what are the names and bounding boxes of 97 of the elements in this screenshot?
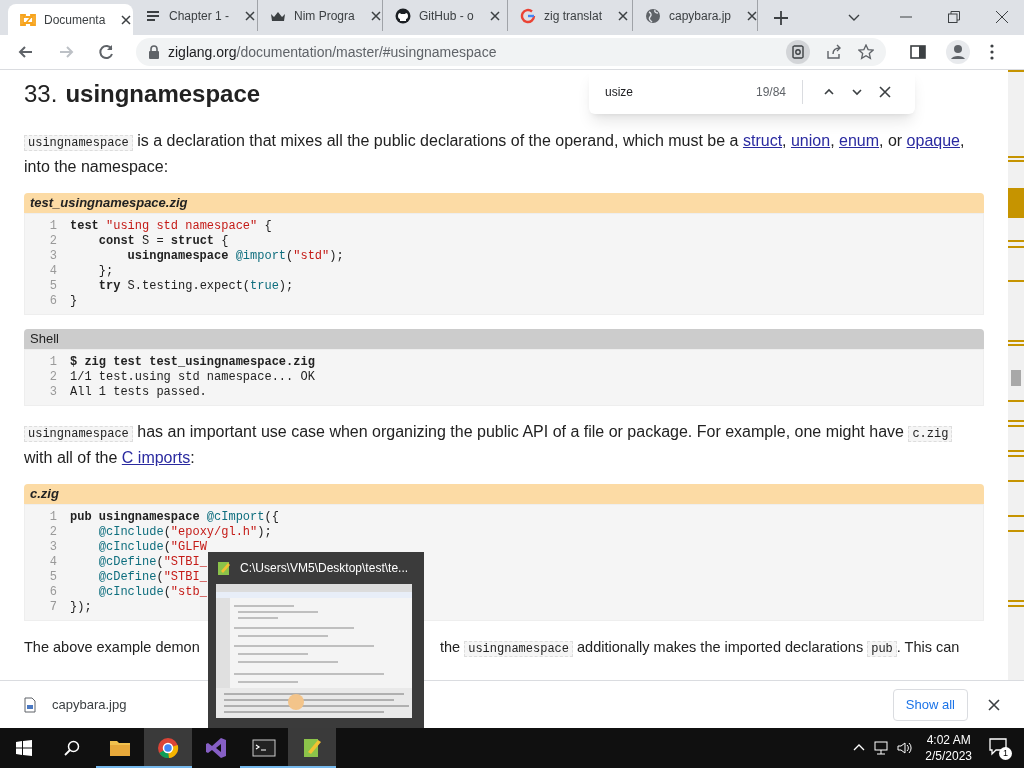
- code-line: @cInclude("stb_: [97, 585, 207, 600]
- start-icon[interactable]: [16, 740, 32, 756]
- line-number: 1: [48, 219, 57, 234]
- close-icon[interactable]: [370, 10, 381, 21]
- line-number: 4: [48, 555, 57, 570]
- doc-link[interactable]: C imports: [121, 449, 191, 466]
- new-tab-icon[interactable]: [774, 11, 788, 25]
- show-all-button[interactable]: Show all: [892, 688, 968, 721]
- line-number: 3: [48, 249, 57, 264]
- clock-date[interactable]: 2/5/2023: [925, 748, 972, 764]
- speaker-icon[interactable]: [897, 740, 914, 756]
- file-header: test_usingnamespace.zig: [24, 193, 984, 213]
- line-number: 3: [48, 385, 57, 400]
- code-line: @cDefine("STBI_: [97, 570, 207, 585]
- code-line: });: [70, 600, 92, 615]
- profile-icon[interactable]: [946, 40, 970, 64]
- line-number: 6: [48, 294, 57, 309]
- code-line: const S = struct {: [97, 234, 229, 249]
- code-line: 1/1 test.using std namespace... OK: [70, 370, 315, 385]
- file-header: c.zig: [24, 484, 984, 504]
- file-icon: [24, 696, 36, 713]
- find-query[interactable]: usize: [605, 83, 756, 101]
- vs-icon: [204, 736, 228, 760]
- notification-button[interactable]: 1: [988, 736, 1012, 760]
- close-icon[interactable]: [996, 11, 1008, 23]
- code-line: @cInclude("epoxy/gl.h");: [97, 525, 272, 540]
- search-icon[interactable]: [64, 740, 80, 756]
- browser-tab[interactable]: GitHub - o: [383, 0, 508, 31]
- taskbar-app[interactable]: [144, 728, 192, 768]
- github-icon: [395, 7, 411, 24]
- paragraph: the usingnamespace additionally makes the imported declarations pub . This can: [440, 638, 960, 659]
- notification-count: 1: [999, 747, 1012, 760]
- browser-tab[interactable]: Documenta: [8, 4, 133, 35]
- menu-icon[interactable]: [990, 44, 994, 60]
- code-line: $ zig test test_usingnamespace.zig: [70, 355, 315, 370]
- match-count: 19/84: [755, 84, 786, 101]
- close-icon[interactable]: [988, 698, 1000, 711]
- doc-link[interactable]: enum: [839, 132, 880, 149]
- star-icon[interactable]: [858, 44, 874, 60]
- code-line: };: [97, 264, 114, 279]
- google-icon: [520, 7, 536, 24]
- line-number: 2: [48, 234, 57, 249]
- code-line: pub usingnamespace @cImport({: [70, 510, 279, 525]
- close-icon[interactable]: [747, 10, 758, 21]
- globe-icon: [645, 7, 661, 24]
- zig-logo-icon: [20, 11, 36, 28]
- code-line: @cDefine("STBI_: [97, 555, 207, 570]
- paragraph: The above example demon: [24, 638, 201, 657]
- chrome-icon: [156, 736, 180, 760]
- code-line: All 1 tests passed.: [70, 385, 207, 400]
- line-number: 2: [48, 525, 57, 540]
- line-number: 5: [48, 570, 57, 585]
- restore-icon[interactable]: [948, 11, 960, 23]
- find-icon[interactable]: [786, 40, 810, 64]
- network-icon[interactable]: [873, 740, 890, 756]
- doc-link[interactable]: opaque: [906, 132, 960, 149]
- lock-icon: [148, 45, 160, 59]
- code-line: test "using std namespace" {: [70, 219, 272, 234]
- taskbar-app[interactable]: [288, 728, 336, 768]
- clock-time[interactable]: 4:02 AM: [926, 732, 971, 748]
- terminal-icon: [252, 736, 276, 760]
- doc-link[interactable]: union: [790, 132, 831, 149]
- side-panel-icon[interactable]: [910, 44, 926, 60]
- close-icon[interactable]: [245, 10, 256, 21]
- browser-tab[interactable]: zig translat: [508, 0, 633, 31]
- line-number: 7: [48, 600, 57, 615]
- browser-tab[interactable]: Nim Progra: [258, 0, 383, 31]
- close-icon[interactable]: [121, 14, 132, 25]
- share-icon[interactable]: [826, 44, 842, 60]
- close-icon[interactable]: [879, 86, 891, 98]
- close-icon[interactable]: [489, 10, 500, 21]
- line-number: 3: [48, 540, 57, 555]
- browser-tab[interactable]: Chapter 1 -: [133, 0, 258, 31]
- line-number: 4: [48, 264, 57, 279]
- line-number: 1: [48, 510, 57, 525]
- url-text: ziglang.org/documentation/master/#usingnamespace: [168, 42, 497, 62]
- line-number: 2: [48, 370, 57, 385]
- code-line: try S.testing.expect(true);: [97, 279, 294, 294]
- paragraph: usingnamespace has an important use case when organizing the public API of a file or package. For example, one might have c.zig with all of the C imports:: [24, 420, 984, 470]
- shell-header: Shell: [24, 329, 984, 349]
- line-number: 1: [48, 355, 57, 370]
- section-heading: 33. usingnamespace: [24, 79, 261, 109]
- download-filename[interactable]: capybara.jpg: [52, 694, 127, 715]
- notepad-icon: [216, 560, 232, 576]
- paragraph: usingnamespace is a declaration that mixes all the public declarations of the operand, which must be a struct, union, enum, or opaque, into the namespace:: [24, 131, 966, 177]
- message-icon: [988, 736, 1008, 756]
- code-line: @cInclude("GLFW: [97, 540, 207, 555]
- browser-tab[interactable]: capybara.jp: [633, 0, 758, 31]
- line-number: 5: [48, 279, 57, 294]
- code-line: }: [70, 294, 78, 309]
- address-bar[interactable]: ziglang.org/documentation/master/#usingnamespace: [136, 38, 886, 66]
- preview-title: C:\Users\VM5\Desktop\test\te...: [240, 560, 409, 577]
- next-match-icon[interactable]: [851, 86, 863, 98]
- close-icon[interactable]: [618, 10, 629, 21]
- line-number: 6: [48, 585, 57, 600]
- reload-icon[interactable]: [96, 42, 116, 62]
- code-line: usingnamespace @import("std");: [126, 249, 344, 264]
